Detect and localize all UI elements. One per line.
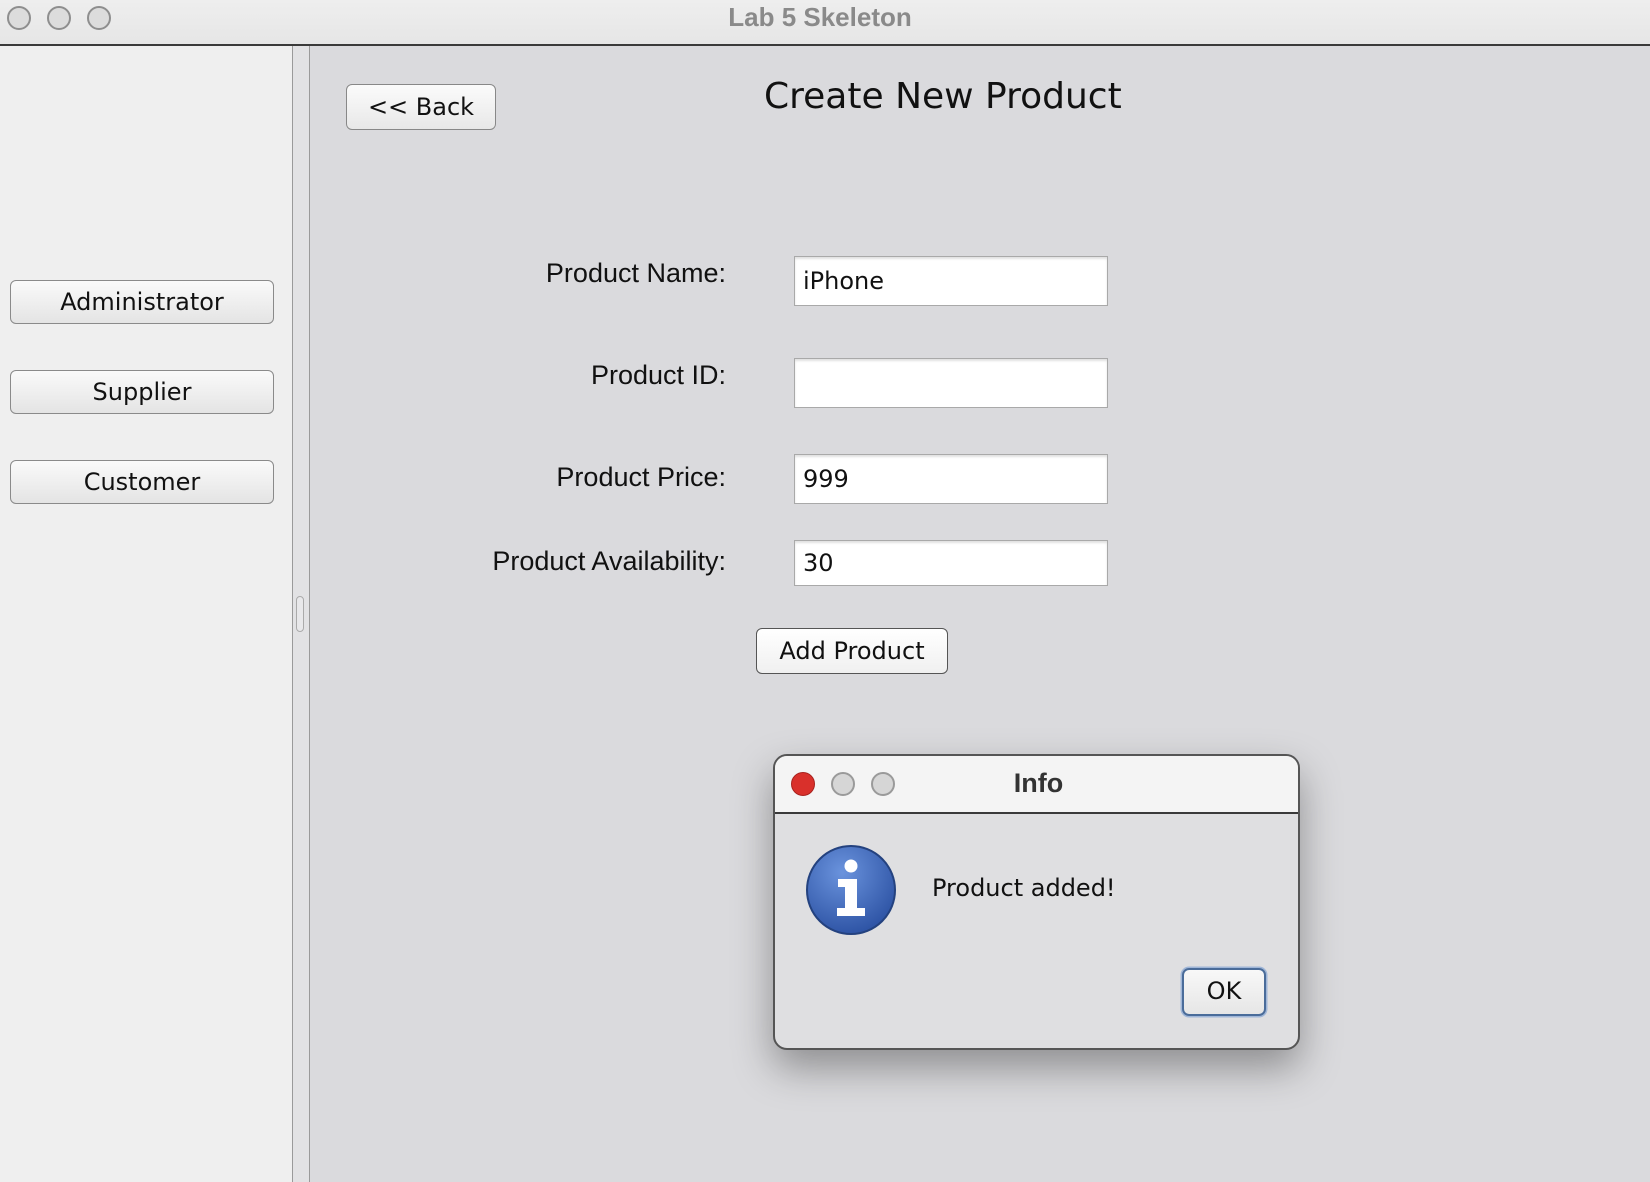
window-title: Lab 5 Skeleton bbox=[728, 2, 912, 32]
product-id-input[interactable] bbox=[794, 358, 1108, 408]
page-title: Create New Product bbox=[764, 76, 1122, 117]
dialog-title: Info bbox=[1013, 768, 1064, 798]
customer-button[interactable]: Customer bbox=[10, 460, 274, 504]
split-pane-divider[interactable] bbox=[292, 46, 310, 1182]
info-icon bbox=[806, 845, 896, 935]
divider-grip-handle[interactable] bbox=[296, 596, 304, 632]
info-dialog: Info Product added! OK bbox=[773, 754, 1300, 1050]
product-id-label: Product ID: bbox=[590, 360, 726, 390]
dialog-titlebar: Info bbox=[775, 756, 1298, 814]
ok-button[interactable]: OK bbox=[1182, 968, 1266, 1016]
product-name-input[interactable] bbox=[794, 256, 1108, 306]
window-titlebar: Lab 5 Skeleton bbox=[0, 0, 1650, 46]
administrator-button[interactable]: Administrator bbox=[10, 280, 274, 324]
dialog-message: Product added! bbox=[932, 874, 1116, 902]
role-sidebar: Administrator Supplier Customer bbox=[0, 46, 292, 1182]
product-price-input[interactable] bbox=[794, 454, 1108, 504]
app-window: Lab 5 Skeleton Administrator Supplier Cu… bbox=[0, 0, 1650, 1182]
back-button[interactable]: << Back bbox=[346, 84, 496, 130]
product-availability-input[interactable] bbox=[794, 540, 1108, 586]
supplier-button[interactable]: Supplier bbox=[10, 370, 274, 414]
product-name-label: Product Name: bbox=[545, 258, 726, 288]
product-price-label: Product Price: bbox=[556, 462, 726, 492]
add-product-button[interactable]: Add Product bbox=[756, 628, 948, 674]
product-availability-label: Product Availability: bbox=[492, 546, 726, 576]
